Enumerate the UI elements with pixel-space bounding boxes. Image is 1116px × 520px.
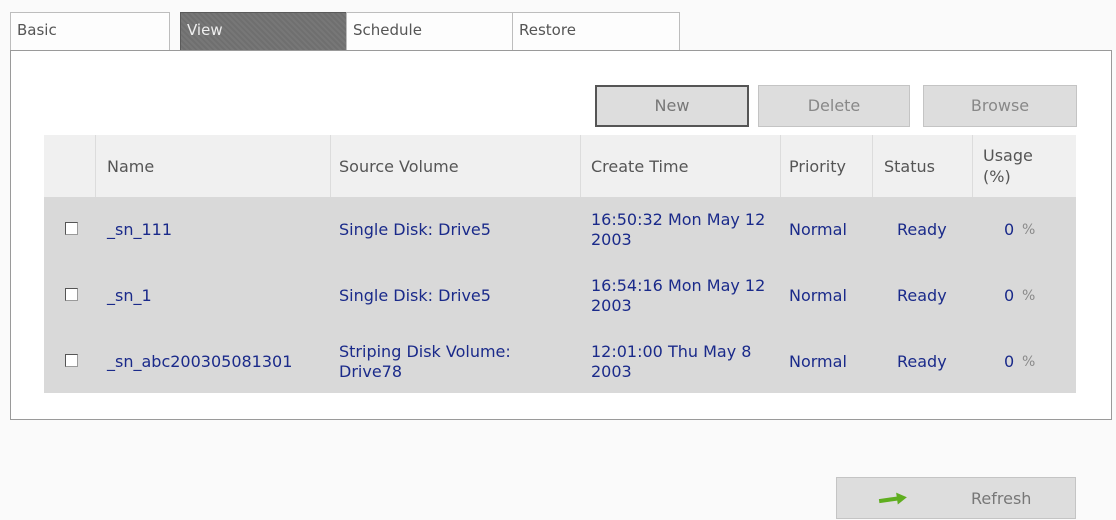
table-row[interactable]: _sn_1 Single Disk: Drive5 16:54:16 Mon M…	[44, 263, 1076, 329]
refresh-arrows-icon	[878, 492, 907, 505]
table-header: Name Source Volume Create Time Priority …	[44, 135, 1076, 198]
usage-unit: %	[1022, 288, 1036, 304]
priority: Normal	[789, 352, 847, 371]
header-usage: Usage (%)	[973, 135, 1076, 197]
header-status: Status	[873, 135, 973, 197]
tab-basic[interactable]: Basic	[10, 12, 170, 50]
refresh-label: Refresh	[971, 489, 1032, 508]
snapshot-table: Name Source Volume Create Time Priority …	[44, 135, 1076, 395]
source-volume: Single Disk: Drive5	[339, 220, 491, 239]
source-volume: Striping Disk Volume: Drive78	[339, 342, 511, 381]
header-name: Name	[96, 135, 331, 197]
header-create-time: Create Time	[581, 135, 781, 197]
browse-button[interactable]: Browse	[923, 85, 1077, 127]
status: Ready	[897, 286, 947, 305]
row-checkbox[interactable]	[65, 288, 78, 301]
source-volume: Single Disk: Drive5	[339, 286, 491, 305]
snapshot-name-link[interactable]: _sn_abc200305081301	[107, 329, 292, 395]
new-button[interactable]: New	[595, 85, 749, 127]
table-body: _sn_111 Single Disk: Drive5 16:50:32 Mon…	[44, 197, 1076, 393]
usage-value: 0	[1004, 286, 1015, 305]
refresh-button[interactable]: Refresh	[836, 477, 1076, 519]
priority: Normal	[789, 286, 847, 305]
status: Ready	[897, 352, 947, 371]
row-checkbox[interactable]	[65, 222, 78, 235]
header-select	[44, 135, 96, 197]
status: Ready	[897, 220, 947, 239]
tab-schedule[interactable]: Schedule	[346, 12, 516, 50]
usage-unit: %	[1022, 354, 1036, 370]
tab-bar: Basic View Schedule Restore	[10, 12, 1110, 52]
row-checkbox[interactable]	[65, 354, 78, 367]
table-row[interactable]: _sn_111 Single Disk: Drive5 16:50:32 Mon…	[44, 197, 1076, 263]
create-time: 12:01:00 Thu May 8 2003	[591, 342, 752, 381]
create-time: 16:50:32 Mon May 12 2003	[591, 210, 766, 249]
table-row[interactable]: _sn_abc200305081301 Striping Disk Volume…	[44, 329, 1076, 395]
header-usage-label: Usage (%)	[983, 146, 1033, 186]
tab-restore[interactable]: Restore	[512, 12, 680, 50]
header-source-volume: Source Volume	[331, 135, 581, 197]
usage-unit: %	[1022, 222, 1036, 238]
snapshot-name-link[interactable]: _sn_1	[107, 263, 152, 329]
header-priority: Priority	[781, 135, 873, 197]
snapshot-name-link[interactable]: _sn_111	[107, 197, 172, 263]
snapshot-view-panel: New Delete Browse Name Source Volume Cre…	[10, 50, 1112, 420]
tab-view[interactable]: View	[180, 12, 348, 50]
delete-button[interactable]: Delete	[758, 85, 910, 127]
create-time: 16:54:16 Mon May 12 2003	[591, 276, 766, 315]
usage-value: 0	[1004, 220, 1015, 239]
priority: Normal	[789, 220, 847, 239]
usage-value: 0	[1004, 352, 1015, 371]
